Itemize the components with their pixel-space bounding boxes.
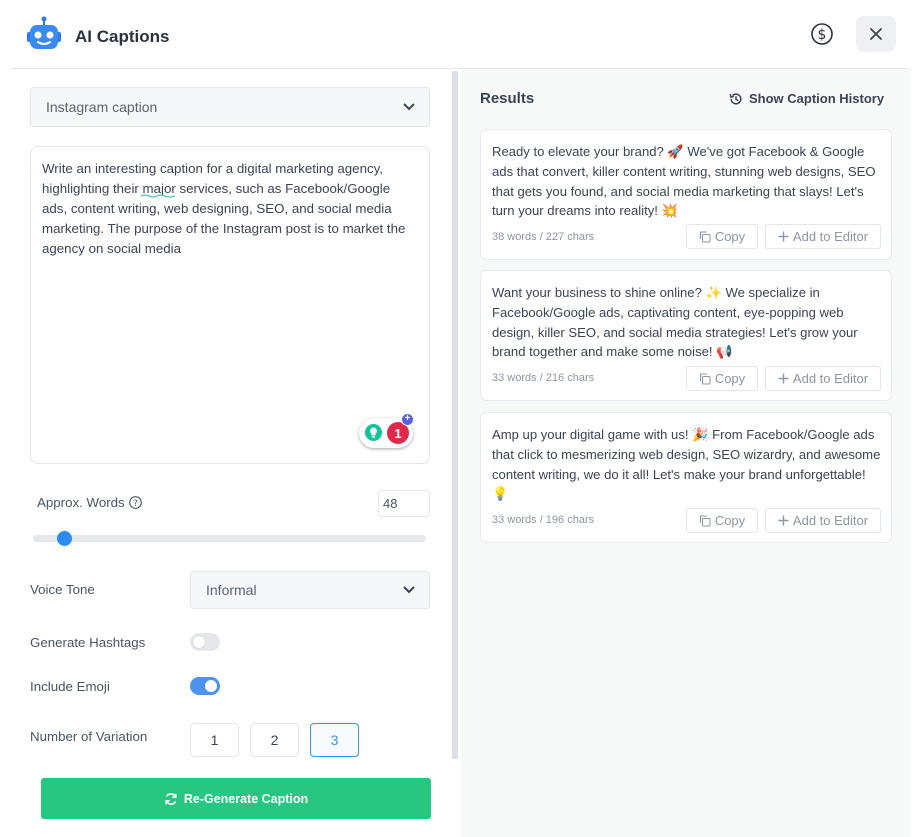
show-history-button[interactable]: Show Caption History (729, 91, 884, 106)
caption-text: Ready to elevate your brand? 🚀 We've got… (492, 144, 876, 219)
include-emoji-label: Include Emoji (30, 679, 110, 694)
toggle-knob (205, 680, 217, 692)
include-emoji-toggle[interactable] (190, 677, 220, 695)
copy-label: Copy (714, 229, 746, 244)
add-label: Add to Editor (792, 229, 869, 244)
add-label: Add to Editor (792, 371, 869, 386)
variation-option-3[interactable]: 3 (310, 723, 359, 757)
header: AI Captions $ (10, 0, 910, 69)
add-to-editor-button[interactable]: Add to Editor (765, 366, 881, 391)
approx-words-label: Approx. Words ? (37, 495, 142, 510)
robot-icon (27, 16, 61, 49)
generate-hashtags-label: Generate Hashtags (30, 635, 146, 650)
caption-text: Amp up your digital game with us! 🎉 From… (492, 427, 881, 502)
plus-icon (778, 515, 789, 526)
plus-icon: + (401, 413, 414, 426)
refresh-icon (165, 792, 177, 805)
panel-scrollbar[interactable] (452, 71, 458, 759)
result-card: Want your business to shine online? ✨ We… (480, 270, 892, 401)
plus-icon (778, 373, 789, 384)
chevron-down-icon (403, 586, 415, 594)
grammar-assistant-badge[interactable]: 1 + (359, 413, 414, 448)
copy-icon (699, 515, 711, 526)
help-icon[interactable]: ? (128, 496, 142, 509)
voice-tone-select[interactable]: Informal (190, 571, 430, 609)
caption-text: Want your business to shine online? ✨ We… (492, 285, 858, 360)
app-title: AI Captions (75, 27, 170, 46)
spelling-underline (141, 194, 175, 198)
approx-words-text: Approx. Words (37, 495, 125, 510)
svg-text:?: ? (133, 499, 138, 509)
caption-stats: 38 words / 227 chars (492, 231, 595, 243)
chevron-down-icon (403, 103, 415, 111)
voice-tone-label: Voice Tone (30, 582, 95, 597)
caption-stats: 33 words / 216 chars (492, 372, 595, 384)
history-icon (729, 92, 742, 105)
copy-label: Copy (714, 371, 746, 386)
prompt-textarea[interactable]: Write an interesting caption for a digit… (30, 146, 430, 464)
copy-icon (699, 373, 711, 384)
results-panel: Results Show Caption History Ready to el… (461, 70, 911, 837)
add-to-editor-button[interactable]: Add to Editor (765, 224, 881, 249)
copy-button[interactable]: Copy (686, 366, 758, 391)
dollar-circle-icon[interactable]: $ (810, 22, 834, 46)
add-label: Add to Editor (792, 513, 869, 528)
lightbulb-icon (365, 424, 382, 441)
caption-type-value: Instagram caption (46, 99, 158, 115)
result-card: Ready to elevate your brand? 🚀 We've got… (480, 129, 892, 260)
prompt-text: Write an interesting caption for a digit… (42, 161, 410, 256)
copy-button[interactable]: Copy (686, 224, 758, 249)
approx-words-input[interactable]: 48 (378, 490, 430, 517)
caption-type-select[interactable]: Instagram caption (30, 87, 430, 127)
copy-icon (699, 231, 711, 242)
slider-handle[interactable] (57, 531, 73, 546)
caption-settings-panel: Instagram caption Write an interesting c… (10, 69, 450, 837)
generate-hashtags-toggle[interactable] (190, 633, 220, 651)
svg-text:$: $ (818, 27, 827, 43)
plus-icon (778, 231, 789, 242)
approx-words-slider[interactable] (33, 531, 426, 546)
add-to-editor-button[interactable]: Add to Editor (765, 508, 881, 533)
close-icon (870, 28, 882, 40)
variation-option-1[interactable]: 1 (190, 723, 239, 757)
regenerate-caption-button[interactable]: Re-Generate Caption (41, 778, 431, 819)
copy-button[interactable]: Copy (686, 508, 758, 533)
close-button[interactable] (856, 16, 896, 52)
results-title: Results (480, 90, 535, 107)
regenerate-label: Re-Generate Caption (183, 791, 309, 806)
variation-label: Number of Variation (30, 729, 148, 744)
history-label: Show Caption History (749, 91, 885, 106)
variation-option-2[interactable]: 2 (250, 723, 299, 757)
voice-tone-value: Informal (206, 582, 257, 598)
approx-words-value: 48 (383, 496, 398, 511)
copy-label: Copy (714, 513, 746, 528)
caption-stats: 33 words / 196 chars (492, 514, 595, 526)
toggle-knob (193, 636, 205, 648)
result-card: Amp up your digital game with us! 🎉 From… (480, 412, 892, 543)
